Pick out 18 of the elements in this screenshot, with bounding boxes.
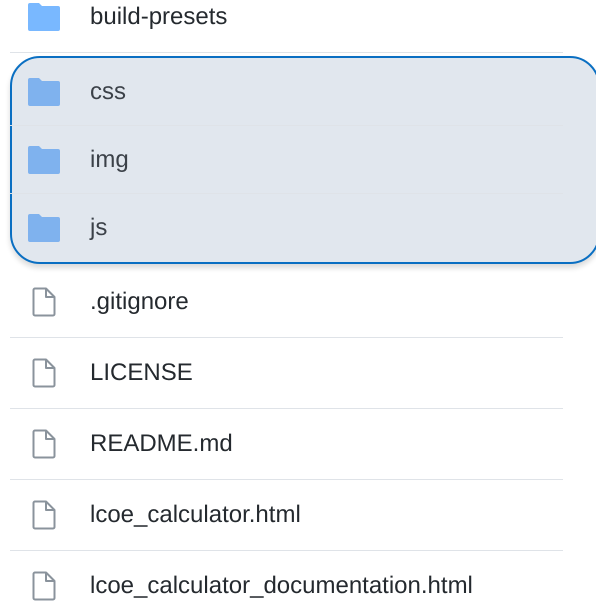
file-icon <box>32 429 56 459</box>
file-name[interactable]: LICENSE <box>90 355 193 391</box>
file-icon <box>32 287 56 317</box>
folder-icon <box>28 78 60 106</box>
file-icon <box>32 571 56 601</box>
file-name[interactable]: lcoe_calculator.html <box>90 497 301 533</box>
folder-name[interactable]: img <box>90 142 129 178</box>
folder-name[interactable]: build-presets <box>90 0 228 35</box>
folder-name[interactable]: css <box>90 74 126 110</box>
folder-icon <box>28 214 60 242</box>
file-name[interactable]: lcoe_calculator_documentation.html <box>90 568 473 603</box>
file-name[interactable]: .gitignore <box>90 284 189 320</box>
folder-name[interactable]: js <box>90 210 108 246</box>
file-icon <box>32 358 56 388</box>
folder-icon <box>28 3 60 31</box>
folder-icon <box>28 146 60 174</box>
file-name[interactable]: README.md <box>90 426 233 462</box>
file-icon <box>32 500 56 530</box>
